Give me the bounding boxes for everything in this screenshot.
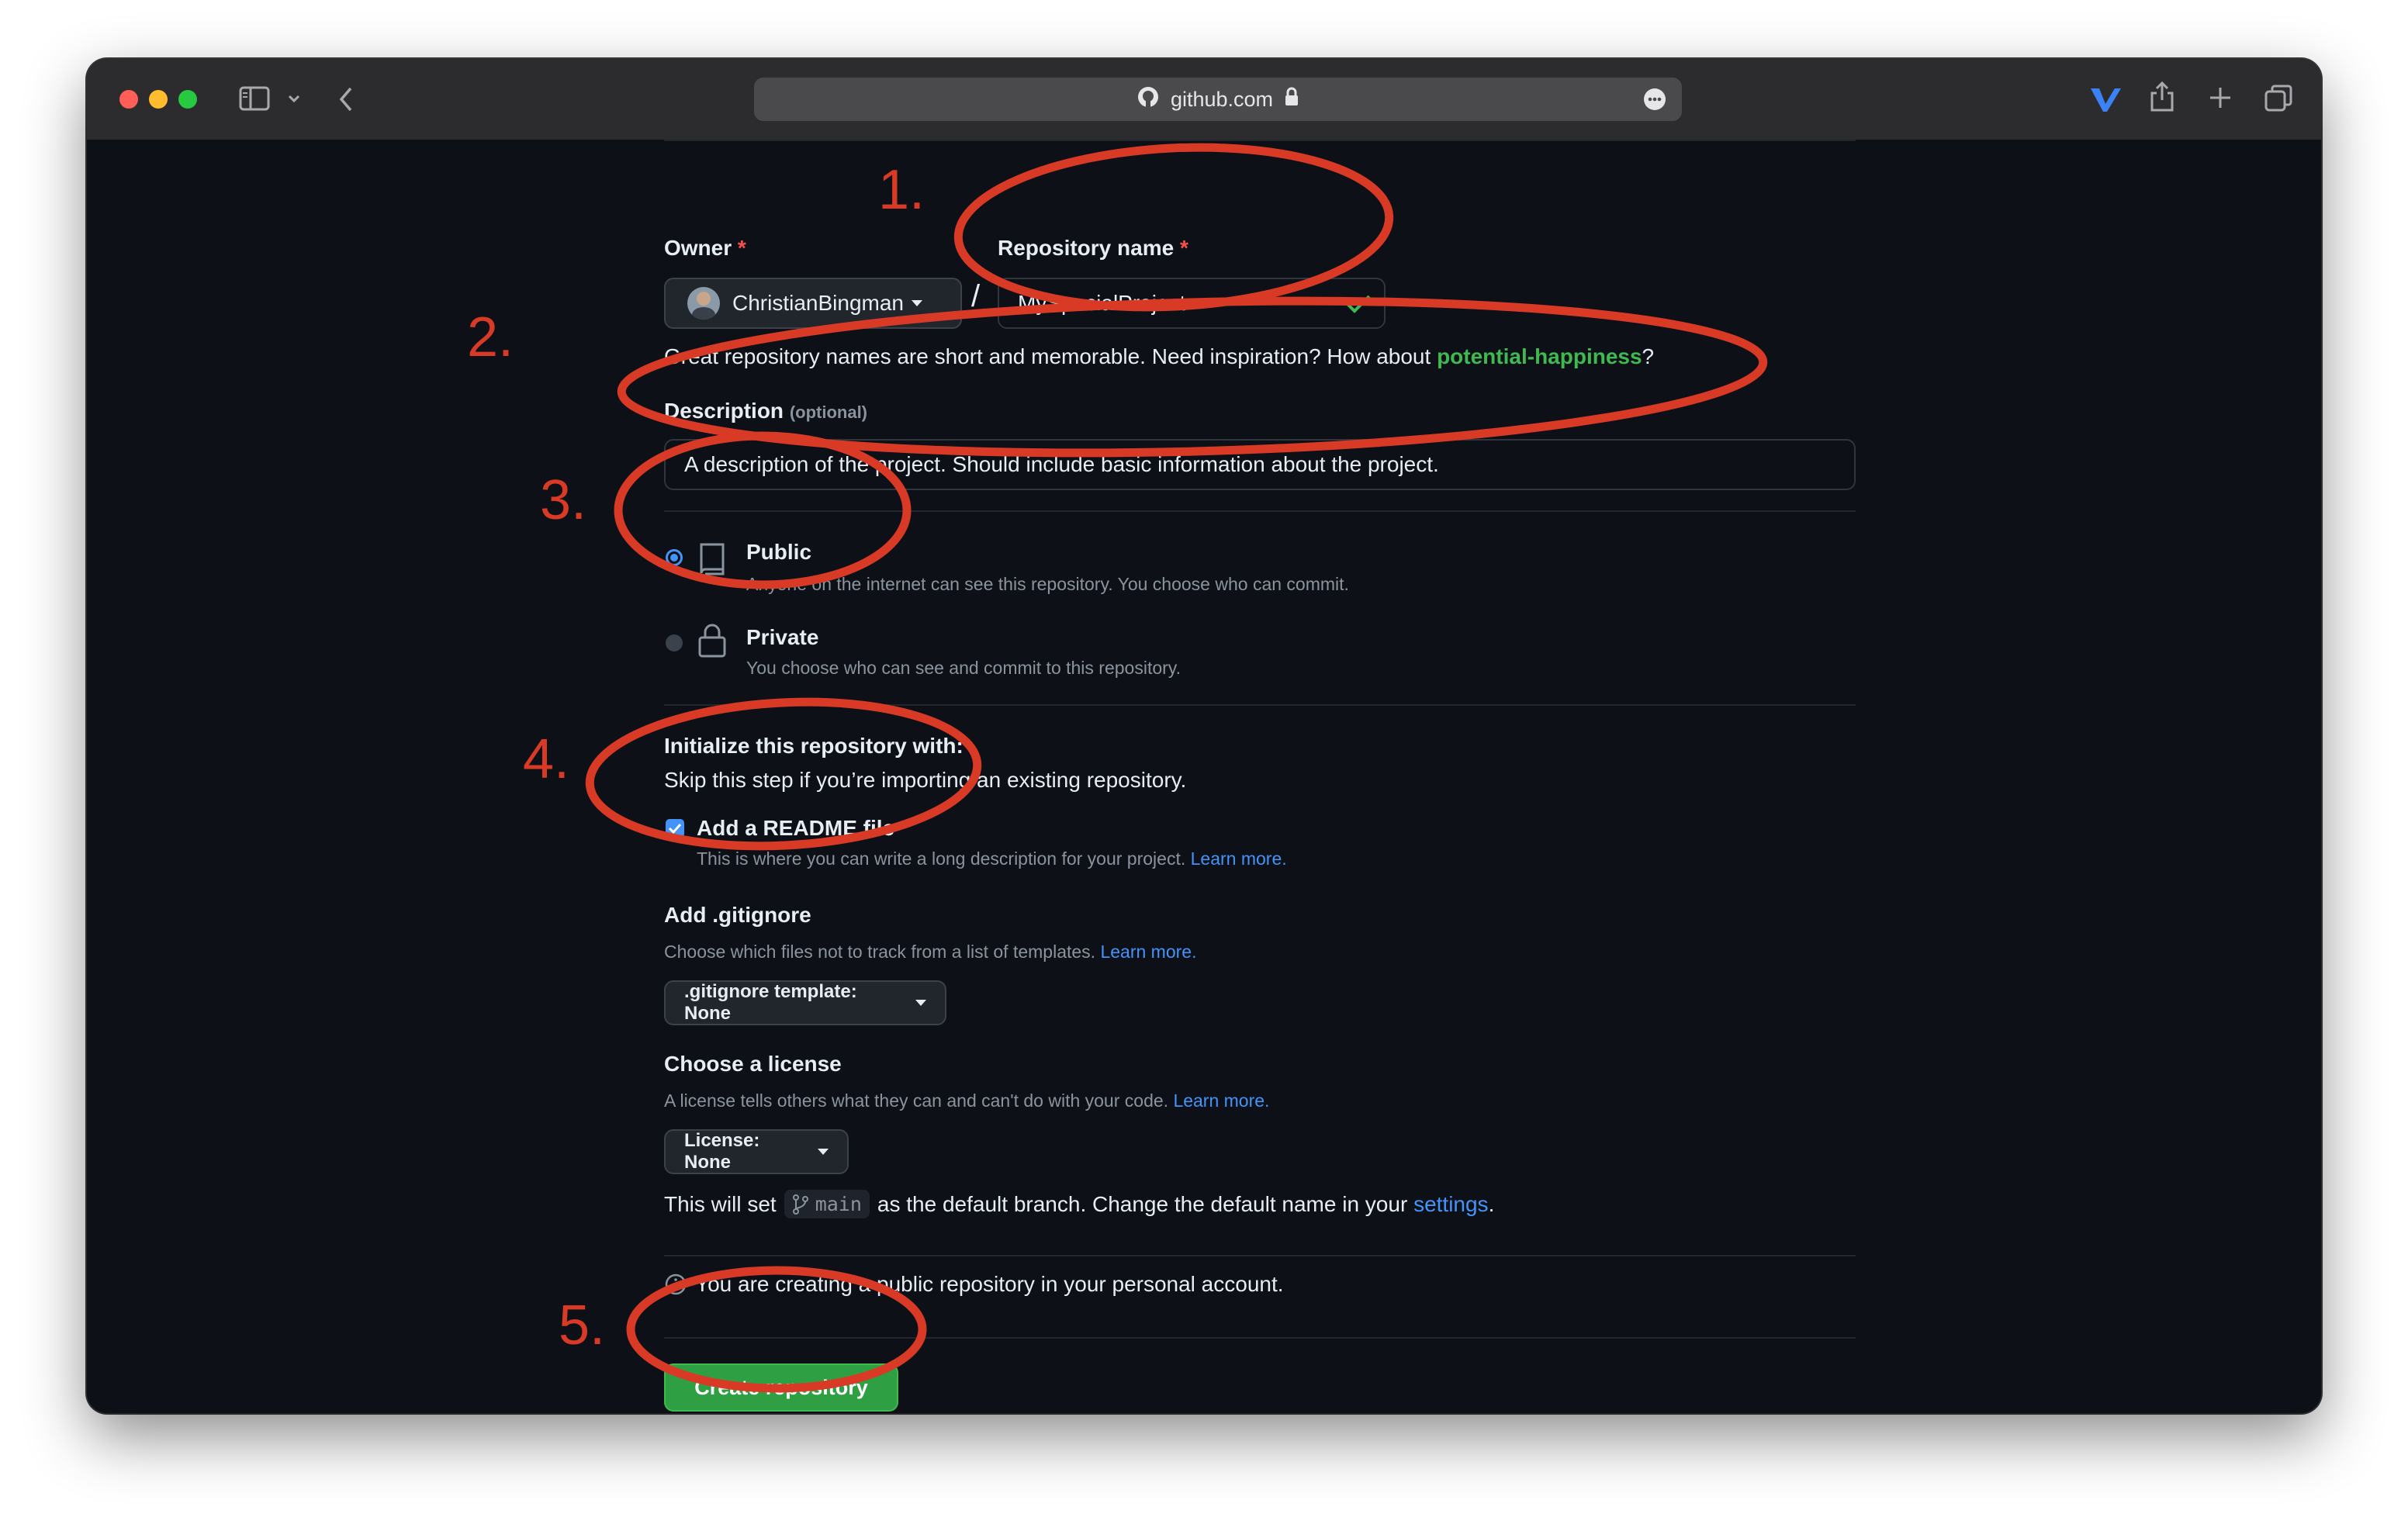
address-bar[interactable]: github.com: [754, 78, 1682, 121]
top-divider: [664, 140, 1856, 141]
repo-name-input[interactable]: MySpecialProject: [998, 278, 1386, 329]
owner-label: Owner *: [664, 236, 746, 260]
owner-dropdown[interactable]: ChristianBingman: [664, 278, 962, 329]
chevron-down-icon: [915, 1000, 926, 1006]
init-title: Initialize this repository with:: [664, 734, 964, 758]
share-icon[interactable]: [2149, 79, 2175, 117]
name-suggestion: Great repository names are short and mem…: [664, 344, 1655, 368]
browser-window: github.com Owner * ChristianBingman / Re…: [87, 59, 2321, 1413]
zoom-window-button[interactable]: [178, 90, 197, 109]
divider: [664, 1255, 1856, 1256]
description-value: A description of the project. Should inc…: [684, 452, 1439, 476]
public-notice: You are creating a public repository in …: [664, 1272, 1284, 1297]
gitignore-description: Choose which files not to track from a l…: [664, 942, 1197, 962]
private-description: You choose who can see and commit to thi…: [746, 658, 1181, 678]
suggested-name-link[interactable]: potential-happiness: [1437, 344, 1642, 368]
minimize-window-button[interactable]: [149, 90, 168, 109]
public-description: Anyone on the internet can see this repo…: [746, 574, 1349, 594]
repo-name-value: MySpecialProject: [1018, 291, 1186, 315]
private-radio[interactable]: [666, 634, 683, 651]
branch-tag: main: [784, 1190, 870, 1218]
step-3-label: 3.: [540, 469, 587, 531]
repo-name-label: Repository name *: [998, 236, 1188, 260]
divider: [664, 510, 1856, 512]
close-window-button[interactable]: [119, 90, 138, 109]
checkmark-icon: [668, 823, 682, 835]
gitignore-learn-more-link[interactable]: Learn more.: [1100, 942, 1196, 962]
readme-description: This is where you can write a long descr…: [697, 848, 1287, 869]
sidebar-icon[interactable]: [239, 85, 270, 116]
gitignore-dropdown[interactable]: .gitignore template: None: [664, 980, 946, 1025]
gitignore-title: Add .gitignore: [664, 903, 811, 927]
chevron-down-icon: [912, 300, 922, 306]
owner-name: ChristianBingman: [732, 291, 904, 315]
lock-icon: [697, 622, 728, 663]
more-icon[interactable]: [1643, 88, 1666, 116]
repo-icon: [697, 541, 728, 581]
chevron-down-icon[interactable]: [287, 93, 301, 107]
back-icon[interactable]: [337, 85, 355, 117]
step-2-label: 2.: [467, 306, 514, 368]
readme-title: Add a README file: [697, 816, 895, 840]
license-button-label: License: None: [684, 1130, 760, 1173]
license-description: A license tells others what they can and…: [664, 1090, 1270, 1111]
readme-learn-more-link[interactable]: Learn more.: [1191, 848, 1287, 869]
new-tab-icon[interactable]: [2208, 85, 2233, 114]
public-title: Public: [746, 540, 812, 564]
browser-toolbar: github.com: [87, 59, 2321, 141]
license-dropdown[interactable]: License: None: [664, 1129, 849, 1174]
description-label: Description (optional): [664, 399, 868, 423]
readme-checkbox[interactable]: [666, 819, 684, 838]
check-icon: [1345, 293, 1372, 320]
settings-link[interactable]: settings: [1413, 1192, 1489, 1217]
extension-icon[interactable]: [2088, 84, 2123, 119]
create-button-label: Create repository: [694, 1375, 868, 1399]
chevron-down-icon: [818, 1149, 829, 1155]
license-title: Choose a license: [664, 1052, 842, 1076]
license-learn-more-link[interactable]: Learn more.: [1173, 1090, 1269, 1111]
private-title: Private: [746, 625, 819, 649]
gitignore-button-label: .gitignore template: None: [684, 981, 857, 1024]
github-favicon-icon: [1137, 85, 1160, 114]
step-1-label: 1.: [878, 159, 925, 221]
lock-icon: [1284, 87, 1299, 112]
info-icon: [665, 1274, 687, 1295]
init-description: Skip this step if you’re importing an ex…: [664, 768, 1187, 792]
public-radio[interactable]: [666, 549, 683, 566]
owner-repo-separator: /: [971, 279, 981, 313]
create-repository-button[interactable]: Create repository: [664, 1363, 898, 1412]
divider: [664, 704, 1856, 706]
default-branch-note: This will set main as the default branch…: [664, 1190, 1494, 1218]
new-repository-form: Owner * ChristianBingman / Repository na…: [87, 140, 2321, 1413]
tabs-icon[interactable]: [2264, 84, 2293, 117]
description-input[interactable]: A description of the project. Should inc…: [664, 439, 1856, 490]
step-5-label: 5.: [559, 1294, 606, 1356]
divider: [664, 1337, 1856, 1339]
branch-icon: [792, 1194, 808, 1215]
step-4-label: 4.: [523, 728, 570, 790]
avatar: [687, 287, 720, 320]
url-text: github.com: [1170, 87, 1274, 111]
